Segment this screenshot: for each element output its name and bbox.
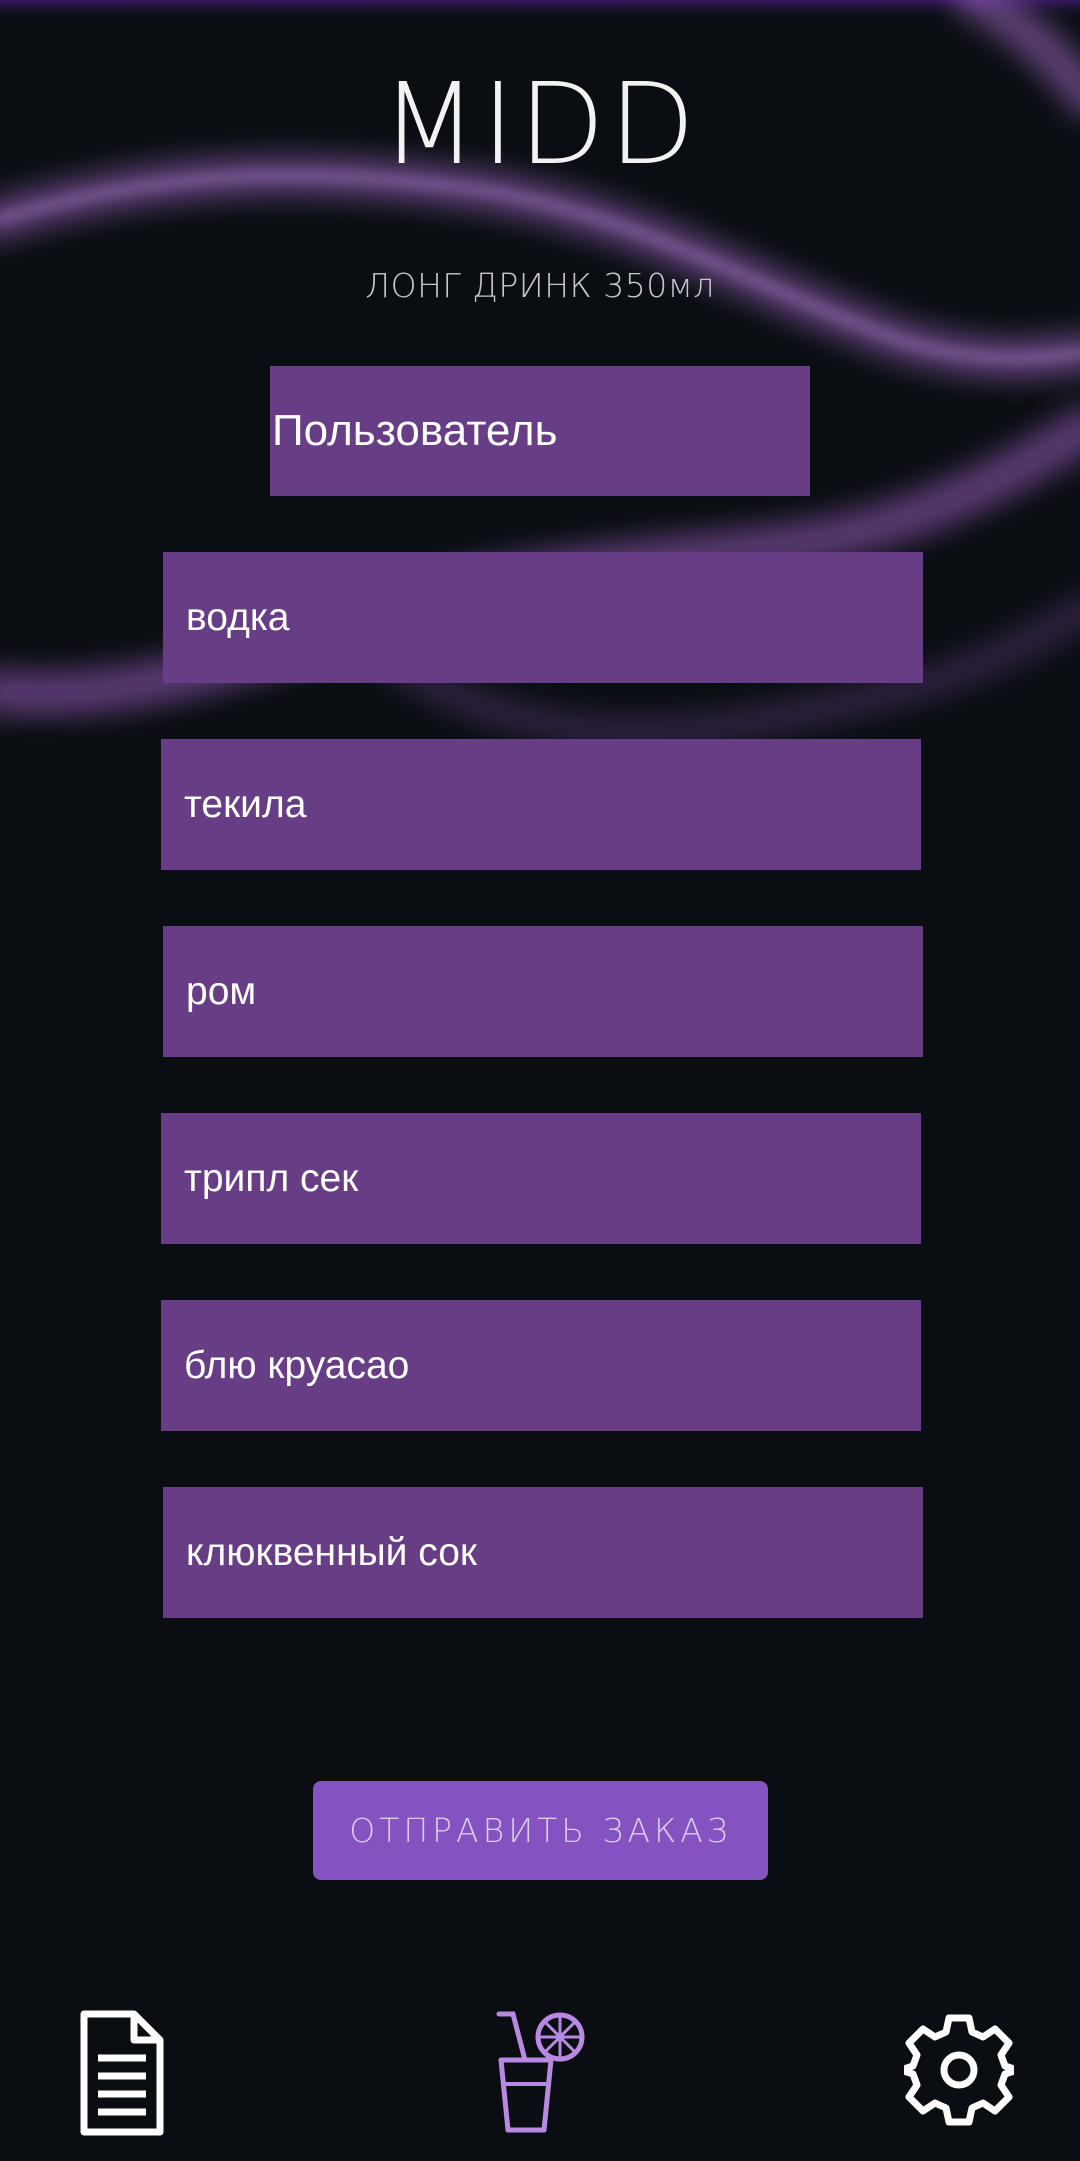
submit-order-button[interactable]: ОТПРАВИТЬ ЗАКАЗ <box>313 1781 768 1880</box>
ingredient-button-vodka[interactable]: водка <box>163 552 923 683</box>
app-title: MIDD <box>380 60 700 190</box>
ingredient-button-cranberry-juice[interactable]: клюквенный сок <box>163 1487 923 1618</box>
document-icon[interactable] <box>76 2008 166 2138</box>
ingredient-button-blue-curacao[interactable]: блю круасао <box>161 1300 921 1431</box>
drink-subtitle: ЛОНГ ДРИНК 350мл <box>365 266 715 305</box>
ingredient-button-triple-sec[interactable]: трипл сек <box>161 1113 921 1244</box>
ingredient-button-rum[interactable]: ром <box>163 926 923 1057</box>
cocktail-icon[interactable] <box>495 2010 585 2135</box>
user-field[interactable]: Пользователь <box>270 366 810 496</box>
gear-icon[interactable] <box>897 2010 1021 2130</box>
ingredient-button-tequila[interactable]: текила <box>161 739 921 870</box>
